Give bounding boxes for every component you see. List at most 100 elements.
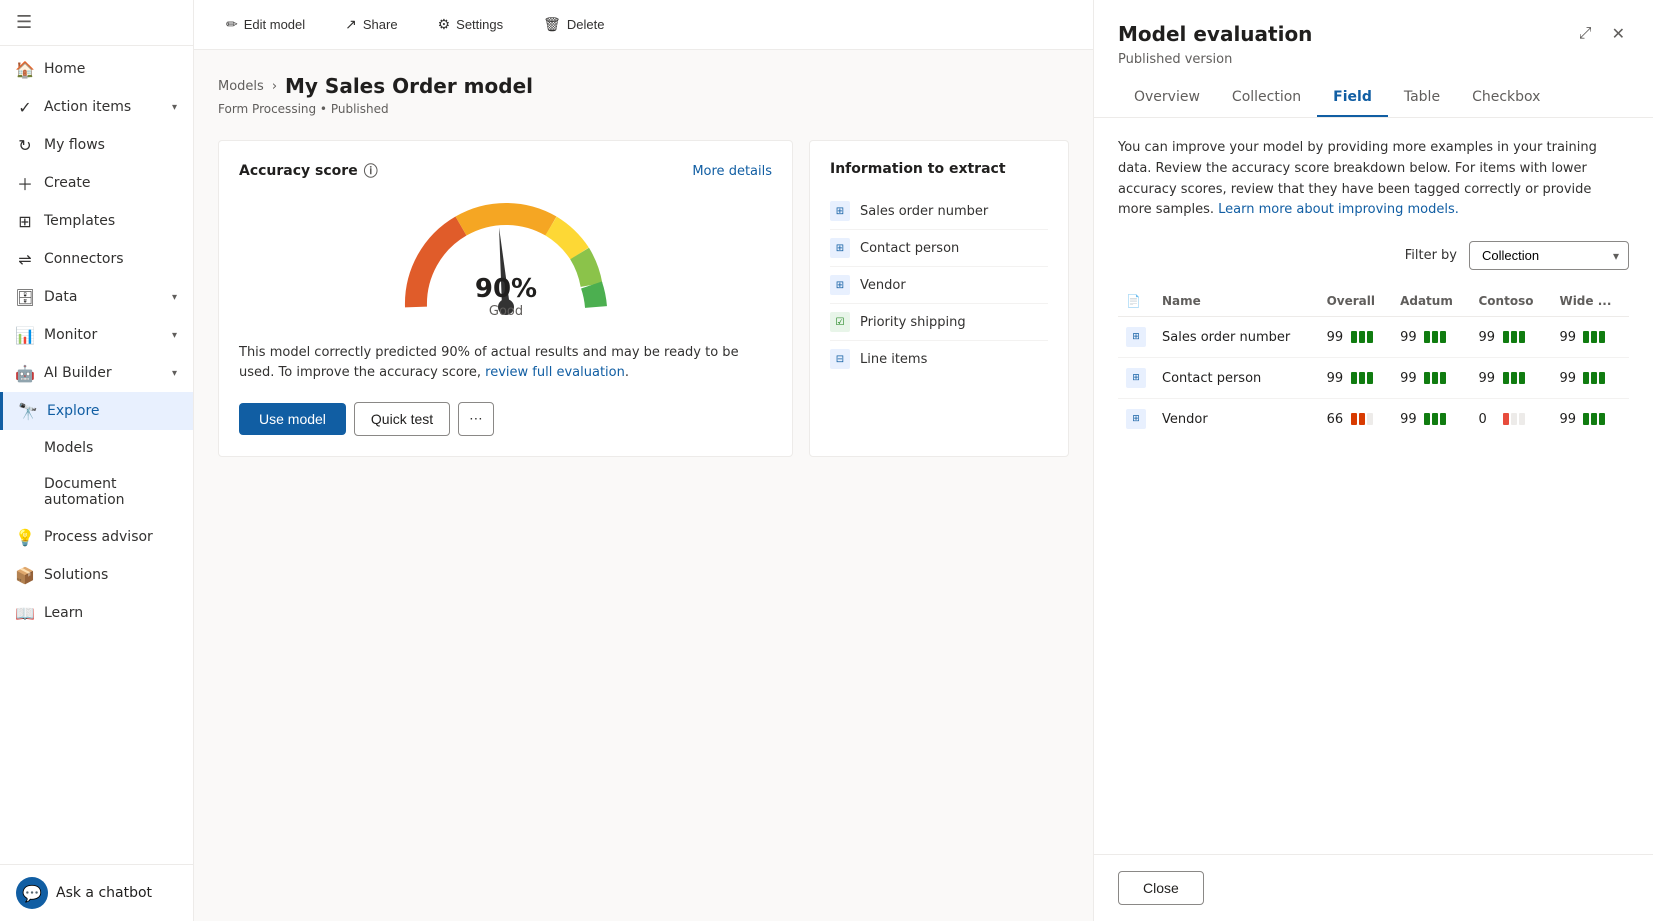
sidebar-item-action-items[interactable]: ✓ Action items ▾ xyxy=(0,88,193,126)
sidebar-item-label: Solutions xyxy=(44,567,108,583)
filter-row: Filter by Collection Adatum Contoso Wide… xyxy=(1118,241,1629,270)
edit-model-label: Edit model xyxy=(244,17,305,32)
info-icon[interactable]: ⓘ xyxy=(364,161,378,181)
score-bar xyxy=(1511,413,1517,425)
score-bar xyxy=(1591,372,1597,384)
sidebar-item-label: My flows xyxy=(44,137,105,153)
svg-text:Good: Good xyxy=(488,304,522,319)
breadcrumb-parent[interactable]: Models xyxy=(218,79,264,94)
score-bars-overall xyxy=(1351,372,1373,384)
sidebar-footer[interactable]: 💬 Ask a chatbot xyxy=(0,864,193,921)
score-bar xyxy=(1424,372,1430,384)
quick-test-button[interactable]: Quick test xyxy=(354,402,450,436)
sidebar: ☰ 🏠 Home ✓ Action items ▾ ↻ My flows ＋ C… xyxy=(0,0,194,921)
sidebar-item-connectors[interactable]: ⇌ Connectors xyxy=(0,240,193,278)
delete-button[interactable]: 🗑 Delete xyxy=(535,12,612,37)
table-icon: ⊟ xyxy=(830,349,850,369)
sidebar-item-solutions[interactable]: 📦 Solutions xyxy=(0,556,193,594)
sidebar-item-document-automation[interactable]: Document automation xyxy=(0,466,193,518)
row-wide-cell: 99 xyxy=(1551,317,1629,358)
score-bars-contoso xyxy=(1503,372,1525,384)
score-bar xyxy=(1432,331,1438,343)
edit-model-button[interactable]: ✏ Edit model xyxy=(218,12,313,37)
tab-checkbox[interactable]: Checkbox xyxy=(1456,79,1556,117)
th-icon: 📄 xyxy=(1118,286,1154,317)
expand-button[interactable]: ⤢ xyxy=(1575,20,1596,48)
sidebar-item-explore[interactable]: 🔭 Explore xyxy=(0,392,193,430)
score-bar xyxy=(1432,372,1438,384)
sidebar-item-create[interactable]: ＋ Create xyxy=(0,164,193,202)
learn-more-link[interactable]: Learn more about improving models. xyxy=(1218,202,1459,217)
score-bars-adatum xyxy=(1424,413,1446,425)
info-item-priority: ☑ Priority shipping xyxy=(830,304,1048,341)
sidebar-item-my-flows[interactable]: ↻ My flows xyxy=(0,126,193,164)
page-subtitle: Form Processing • Published xyxy=(218,102,1069,116)
close-panel-button[interactable]: ✕ xyxy=(1608,20,1629,48)
info-item-vendor: ⊞ Vendor xyxy=(830,267,1048,304)
sidebar-header: ☰ xyxy=(0,0,193,46)
score-bar xyxy=(1519,331,1525,343)
score-bar xyxy=(1440,331,1446,343)
sidebar-item-data[interactable]: 🗄 Data ▾ xyxy=(0,278,193,316)
close-icon: ✕ xyxy=(1612,26,1625,43)
score-bar xyxy=(1351,372,1357,384)
chevron-down-icon: ▾ xyxy=(172,330,177,341)
score-bar xyxy=(1359,413,1365,425)
sidebar-item-models[interactable]: Models xyxy=(0,430,193,466)
explore-icon: 🔭 xyxy=(19,402,37,420)
field-icon: ⊞ xyxy=(830,275,850,295)
score-bar xyxy=(1519,372,1525,384)
eval-tabs: Overview Collection Field Table Checkbox xyxy=(1118,79,1629,117)
score-bar xyxy=(1351,413,1357,425)
tab-collection[interactable]: Collection xyxy=(1216,79,1317,117)
table-row: ⊞ Sales order number 99 xyxy=(1118,317,1629,358)
info-panel: Information to extract ⊞ Sales order num… xyxy=(809,140,1069,457)
score-bars-wide xyxy=(1583,331,1605,343)
accuracy-card-title: Accuracy score ⓘ xyxy=(239,161,378,181)
sidebar-item-monitor[interactable]: 📊 Monitor ▾ xyxy=(0,316,193,354)
share-button[interactable]: ↗ Share xyxy=(337,12,405,37)
sidebar-item-label: Home xyxy=(44,61,85,77)
more-details-link[interactable]: More details xyxy=(692,164,772,179)
learn-icon: 📖 xyxy=(16,604,34,622)
sidebar-item-label: Models xyxy=(44,440,93,456)
hamburger-icon[interactable]: ☰ xyxy=(16,12,32,33)
use-model-button[interactable]: Use model xyxy=(239,403,346,435)
breadcrumb: Models › My Sales Order model xyxy=(218,74,1069,98)
row-wide-cell: 99 xyxy=(1551,399,1629,440)
eval-body: You can improve your model by providing … xyxy=(1094,118,1653,854)
templates-icon: ⊞ xyxy=(16,212,34,230)
sidebar-item-templates[interactable]: ⊞ Templates xyxy=(0,202,193,240)
svg-text:90%: 90% xyxy=(474,274,536,304)
score-bar xyxy=(1359,331,1365,343)
sidebar-item-process-advisor[interactable]: 💡 Process advisor xyxy=(0,518,193,556)
close-button[interactable]: Close xyxy=(1118,871,1204,905)
score-bar xyxy=(1432,413,1438,425)
row-overall-cell: 99 xyxy=(1319,358,1392,399)
sidebar-item-home[interactable]: 🏠 Home xyxy=(0,50,193,88)
score-bar xyxy=(1591,413,1597,425)
score-bars-adatum xyxy=(1424,372,1446,384)
sidebar-item-ai-builder[interactable]: 🤖 AI Builder ▾ xyxy=(0,354,193,392)
th-contoso: Contoso xyxy=(1471,286,1552,317)
score-bar xyxy=(1583,413,1589,425)
row-contoso-cell: 99 xyxy=(1471,358,1552,399)
score-bar xyxy=(1503,331,1509,343)
th-wide: Wide ... xyxy=(1551,286,1629,317)
tab-overview[interactable]: Overview xyxy=(1118,79,1216,117)
filter-select[interactable]: Collection Adatum Contoso Wide World xyxy=(1469,241,1629,270)
tab-field[interactable]: Field xyxy=(1317,79,1388,117)
settings-button[interactable]: ⚙ Settings xyxy=(430,12,512,37)
tab-table[interactable]: Table xyxy=(1388,79,1456,117)
info-item-label: Contact person xyxy=(860,241,959,256)
row-adatum-cell: 99 xyxy=(1392,358,1470,399)
breadcrumb-current: My Sales Order model xyxy=(285,74,533,98)
action-buttons: Use model Quick test ⋯ xyxy=(239,402,772,436)
settings-icon: ⚙ xyxy=(438,16,451,33)
review-link[interactable]: review full evaluation xyxy=(485,365,625,380)
sidebar-item-learn[interactable]: 📖 Learn xyxy=(0,594,193,632)
create-icon: ＋ xyxy=(16,174,34,192)
field-icon: ⊞ xyxy=(830,238,850,258)
more-options-button[interactable]: ⋯ xyxy=(458,402,493,436)
checkbox-icon: ☑ xyxy=(830,312,850,332)
